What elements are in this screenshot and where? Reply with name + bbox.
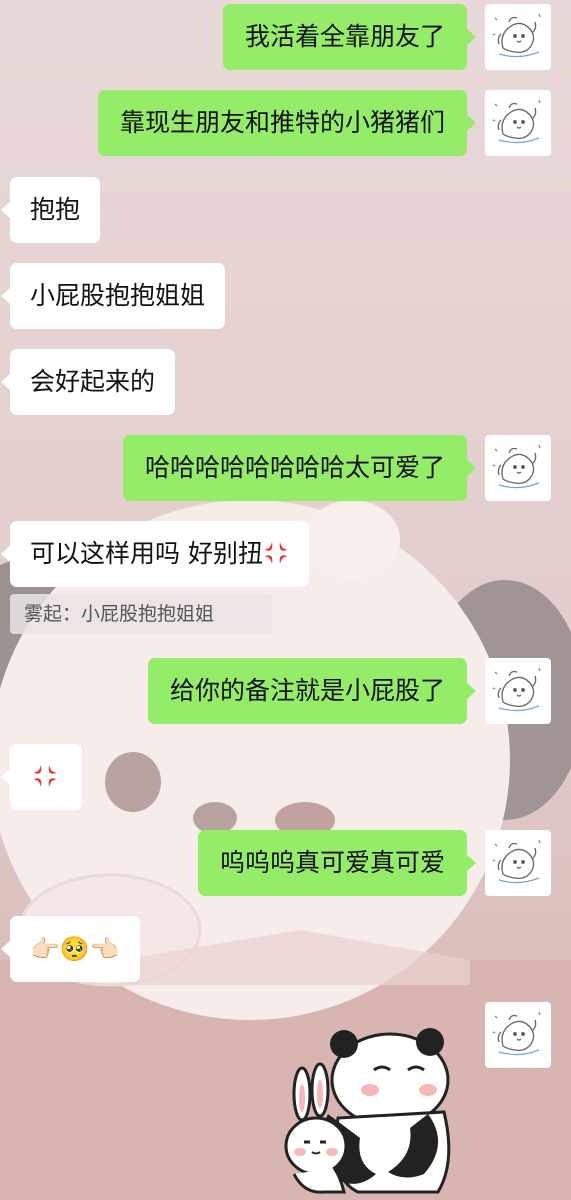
anger-symbol-icon <box>34 765 56 787</box>
message-bubble-incoming[interactable]: 小屁股抱抱姐姐 <box>0 263 226 329</box>
sketch-animal-avatar-icon[interactable] <box>485 830 551 896</box>
message-bubble-incoming[interactable]: 会好起来的 <box>0 349 176 415</box>
message-text: 可以这样用吗 好别扭 <box>30 539 263 568</box>
message-bubble-outgoing[interactable]: 靠现生朋友和推特的小猪猪们 <box>97 90 477 156</box>
message-row: 👉🏻🥺👈🏻 <box>0 916 571 986</box>
message-row: 呜呜呜真可爱真可爱 <box>0 830 571 900</box>
message-row: 小屁股抱抱姐姐 <box>0 263 571 333</box>
message-row: 给你的备注就是小屁股了 <box>0 658 571 728</box>
quoted-message[interactable]: 雾起：小屁股抱抱姐姐 <box>10 594 272 634</box>
message-row: 可以这样用吗 好别扭 <box>0 521 571 591</box>
panda-hugging-bunny-sticker[interactable] <box>278 1018 468 1200</box>
message-bubble-outgoing[interactable]: 哈哈哈哈哈哈哈哈太可爱了 <box>122 435 477 501</box>
message-bubble-outgoing[interactable]: 给你的备注就是小屁股了 <box>147 658 477 724</box>
chat-screen: 我活着全靠朋友了 靠现生朋友和推特的小猪猪们 抱抱 小屁股抱抱姐姐 会好起来的 … <box>0 0 571 1200</box>
message-bubble-outgoing[interactable]: 我活着全靠朋友了 <box>222 4 477 70</box>
message-bubble-incoming[interactable] <box>1 744 82 810</box>
anger-symbol-icon <box>264 542 287 564</box>
message-row <box>0 744 571 814</box>
message-row: 会好起来的 <box>0 349 571 419</box>
sketch-animal-avatar-icon[interactable] <box>485 4 551 70</box>
sketch-animal-avatar-icon[interactable] <box>485 1002 551 1068</box>
message-row: 我活着全靠朋友了 <box>0 4 571 74</box>
message-bubble-outgoing[interactable]: 呜呜呜真可爱真可爱 <box>197 830 477 896</box>
message-bubble-incoming[interactable]: 👉🏻🥺👈🏻 <box>1 916 140 982</box>
message-row: 哈哈哈哈哈哈哈哈太可爱了 <box>0 435 571 505</box>
message-row: 抱抱 <box>0 177 571 247</box>
message-bubble-incoming[interactable]: 抱抱 <box>0 177 101 243</box>
message-bubble-incoming[interactable]: 可以这样用吗 好别扭 <box>1 521 309 587</box>
sketch-animal-avatar-icon[interactable] <box>485 435 551 501</box>
message-row: 靠现生朋友和推特的小猪猪们 <box>0 90 571 160</box>
sketch-animal-avatar-icon[interactable] <box>485 90 551 156</box>
sketch-animal-avatar-icon[interactable] <box>485 658 551 724</box>
